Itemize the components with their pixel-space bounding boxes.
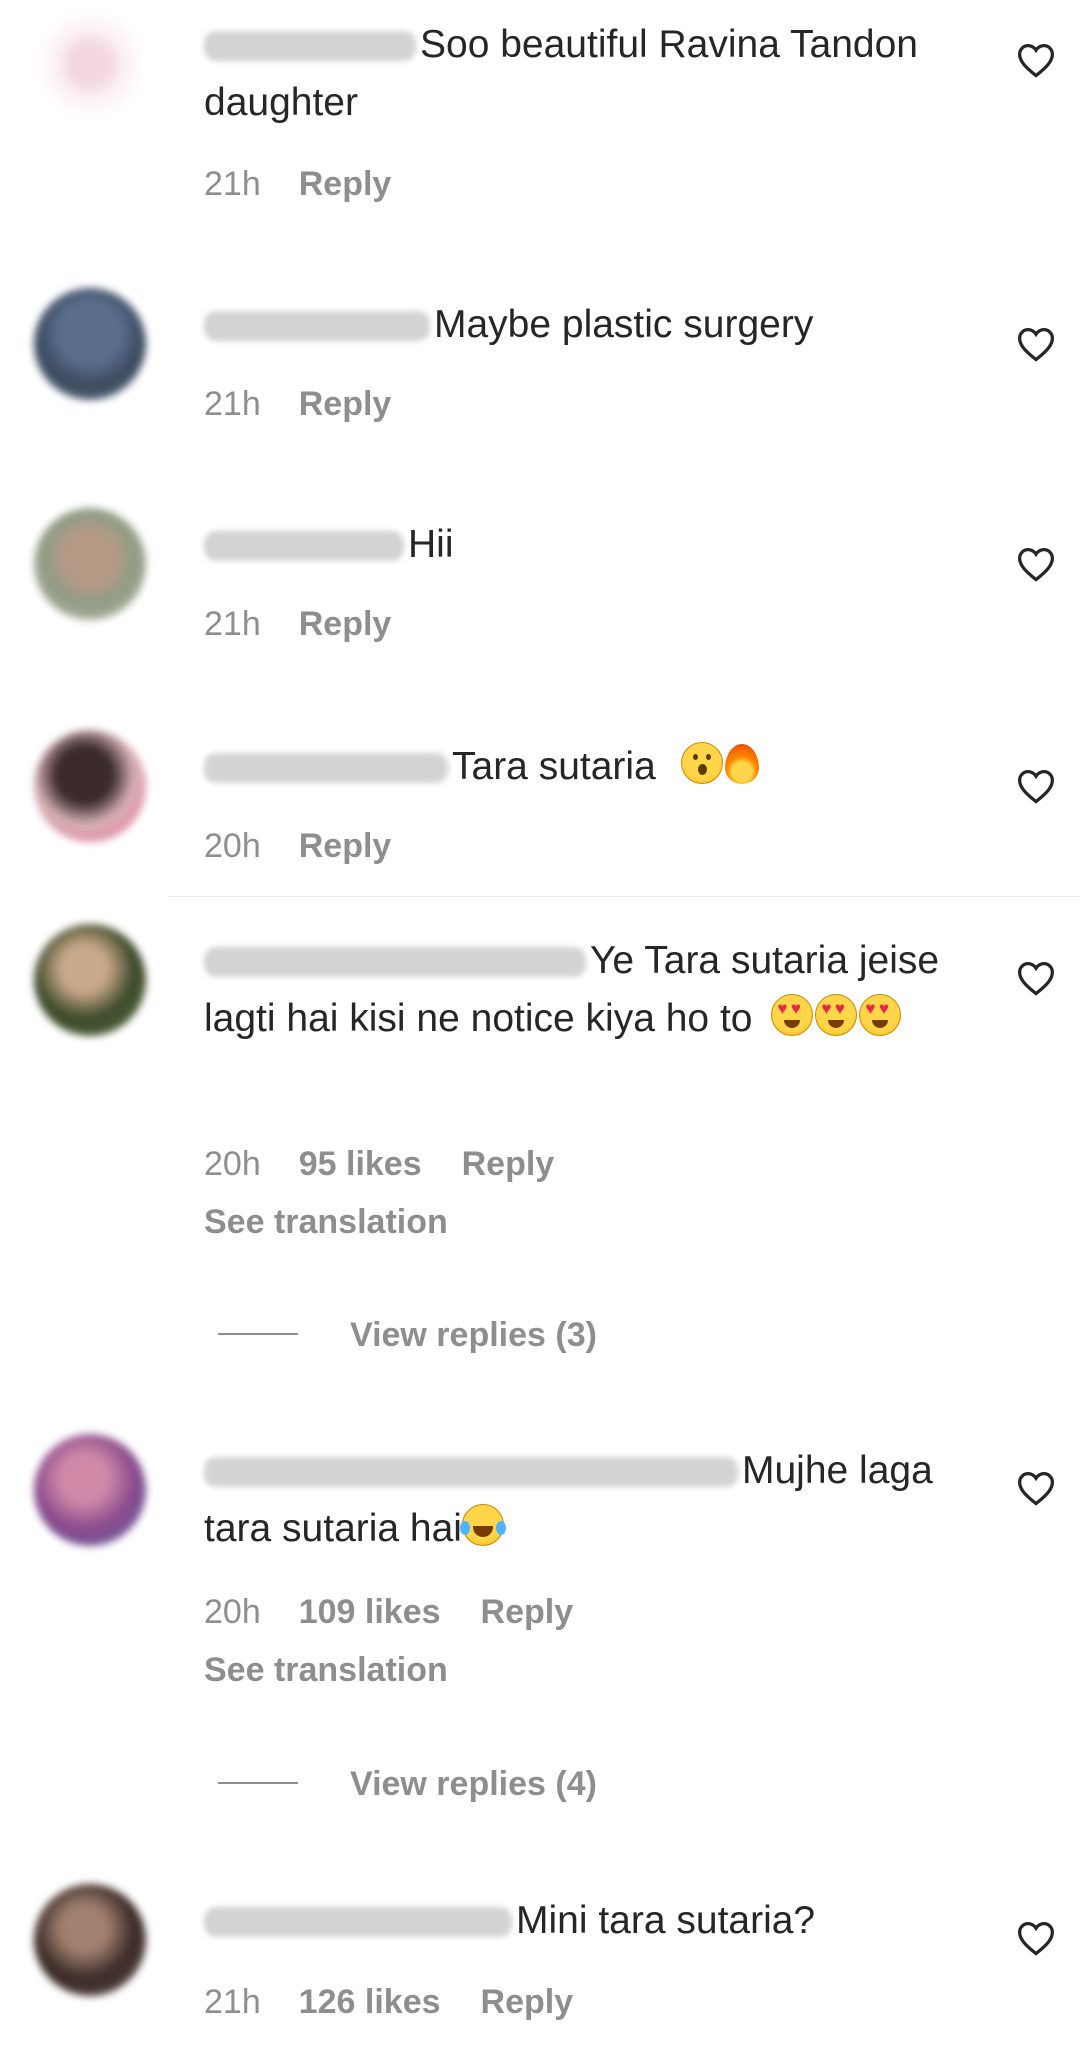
view-replies-button[interactable]: View replies (3) <box>218 1315 597 1355</box>
reply-button[interactable]: Reply <box>481 1983 574 2021</box>
avatar[interactable] <box>34 508 146 620</box>
comment-body: Maybe plastic surgery <box>204 296 964 354</box>
comment-text: Tara sutaria <box>452 745 656 788</box>
fire-emoji-icon <box>724 744 759 784</box>
username-blurred[interactable] <box>204 531 404 561</box>
comment-time: 20h <box>204 1145 261 1183</box>
view-replies-label: View replies (4) <box>350 1765 597 1803</box>
view-replies-label: View replies (3) <box>350 1316 597 1354</box>
hushed-face-emoji-icon <box>680 742 723 784</box>
comment-text: Hii <box>408 523 454 566</box>
comment-body: Ye Tara sutaria jeise lagti hai kisi ne … <box>204 932 964 1048</box>
comment-body: Mini tara sutaria? <box>204 1892 964 1950</box>
comment-meta: 21h Reply <box>204 164 391 204</box>
likes-count[interactable]: 109 likes <box>299 1593 441 1631</box>
comment-meta: 20h Reply <box>204 826 391 866</box>
reply-button[interactable]: Reply <box>299 827 392 865</box>
heart-eyes-emoji-icon <box>859 994 902 1036</box>
replies-line <box>218 1333 298 1335</box>
replies-line <box>218 1782 298 1784</box>
username-blurred[interactable] <box>204 753 448 783</box>
comment-meta: 20h 109 likes Reply <box>204 1592 573 1632</box>
comment-body: Tara sutaria <box>204 738 964 796</box>
username-blurred[interactable] <box>204 1907 512 1937</box>
comment-meta: 20h 95 likes Reply <box>204 1144 554 1184</box>
comment-body: Soo beautiful Ravina Tandon daughter <box>204 16 964 132</box>
heart-icon[interactable] <box>1016 960 1056 996</box>
reply-button[interactable]: Reply <box>481 1593 574 1631</box>
reply-button[interactable]: Reply <box>462 1145 555 1183</box>
username-blurred[interactable] <box>204 1457 738 1487</box>
comment-time: 21h <box>204 605 261 643</box>
username-blurred[interactable] <box>204 31 416 61</box>
avatar[interactable] <box>34 288 146 400</box>
heart-icon[interactable] <box>1016 326 1056 362</box>
heart-icon[interactable] <box>1016 1920 1056 1956</box>
heart-icon[interactable] <box>1016 1470 1056 1506</box>
username-blurred[interactable] <box>204 311 430 341</box>
heart-icon[interactable] <box>1016 768 1056 804</box>
comment-meta: 21h Reply <box>204 384 391 424</box>
avatar[interactable] <box>34 1434 146 1546</box>
comment-time: 20h <box>204 827 261 865</box>
avatar[interactable] <box>34 730 146 842</box>
heart-icon[interactable] <box>1016 546 1056 582</box>
reply-button[interactable]: Reply <box>299 605 392 643</box>
comment-time: 21h <box>204 165 261 203</box>
avatar[interactable] <box>34 8 146 120</box>
heart-eyes-emoji-icon <box>815 994 858 1036</box>
comment-time: 20h <box>204 1593 261 1631</box>
comment-time: 21h <box>204 1983 261 2021</box>
reply-button[interactable]: Reply <box>299 385 392 423</box>
likes-count[interactable]: 126 likes <box>299 1983 441 2021</box>
view-replies-button[interactable]: View replies (4) <box>218 1764 597 1804</box>
likes-count[interactable]: 95 likes <box>299 1145 422 1183</box>
username-blurred[interactable] <box>204 947 586 977</box>
see-translation-button[interactable]: See translation <box>204 1202 448 1242</box>
comment-meta: 21h 126 likes Reply <box>204 1982 573 2022</box>
tears-of-joy-emoji-icon <box>459 1504 504 1546</box>
divider <box>168 896 1080 897</box>
see-translation-button[interactable]: See translation <box>204 1650 448 1690</box>
reply-button[interactable]: Reply <box>299 165 392 203</box>
heart-eyes-emoji-icon <box>771 994 814 1036</box>
comment-text: Mini tara sutaria? <box>516 1899 816 1942</box>
heart-icon[interactable] <box>1016 42 1056 78</box>
comment-body: Hii <box>204 516 964 574</box>
comment-time: 21h <box>204 385 261 423</box>
avatar[interactable] <box>34 1884 146 1996</box>
avatar[interactable] <box>34 924 146 1036</box>
comment-meta: 21h Reply <box>204 604 391 644</box>
comment-body: Mujhe laga tara sutaria hai <box>204 1442 964 1558</box>
comment-text: Maybe plastic surgery <box>434 303 814 346</box>
